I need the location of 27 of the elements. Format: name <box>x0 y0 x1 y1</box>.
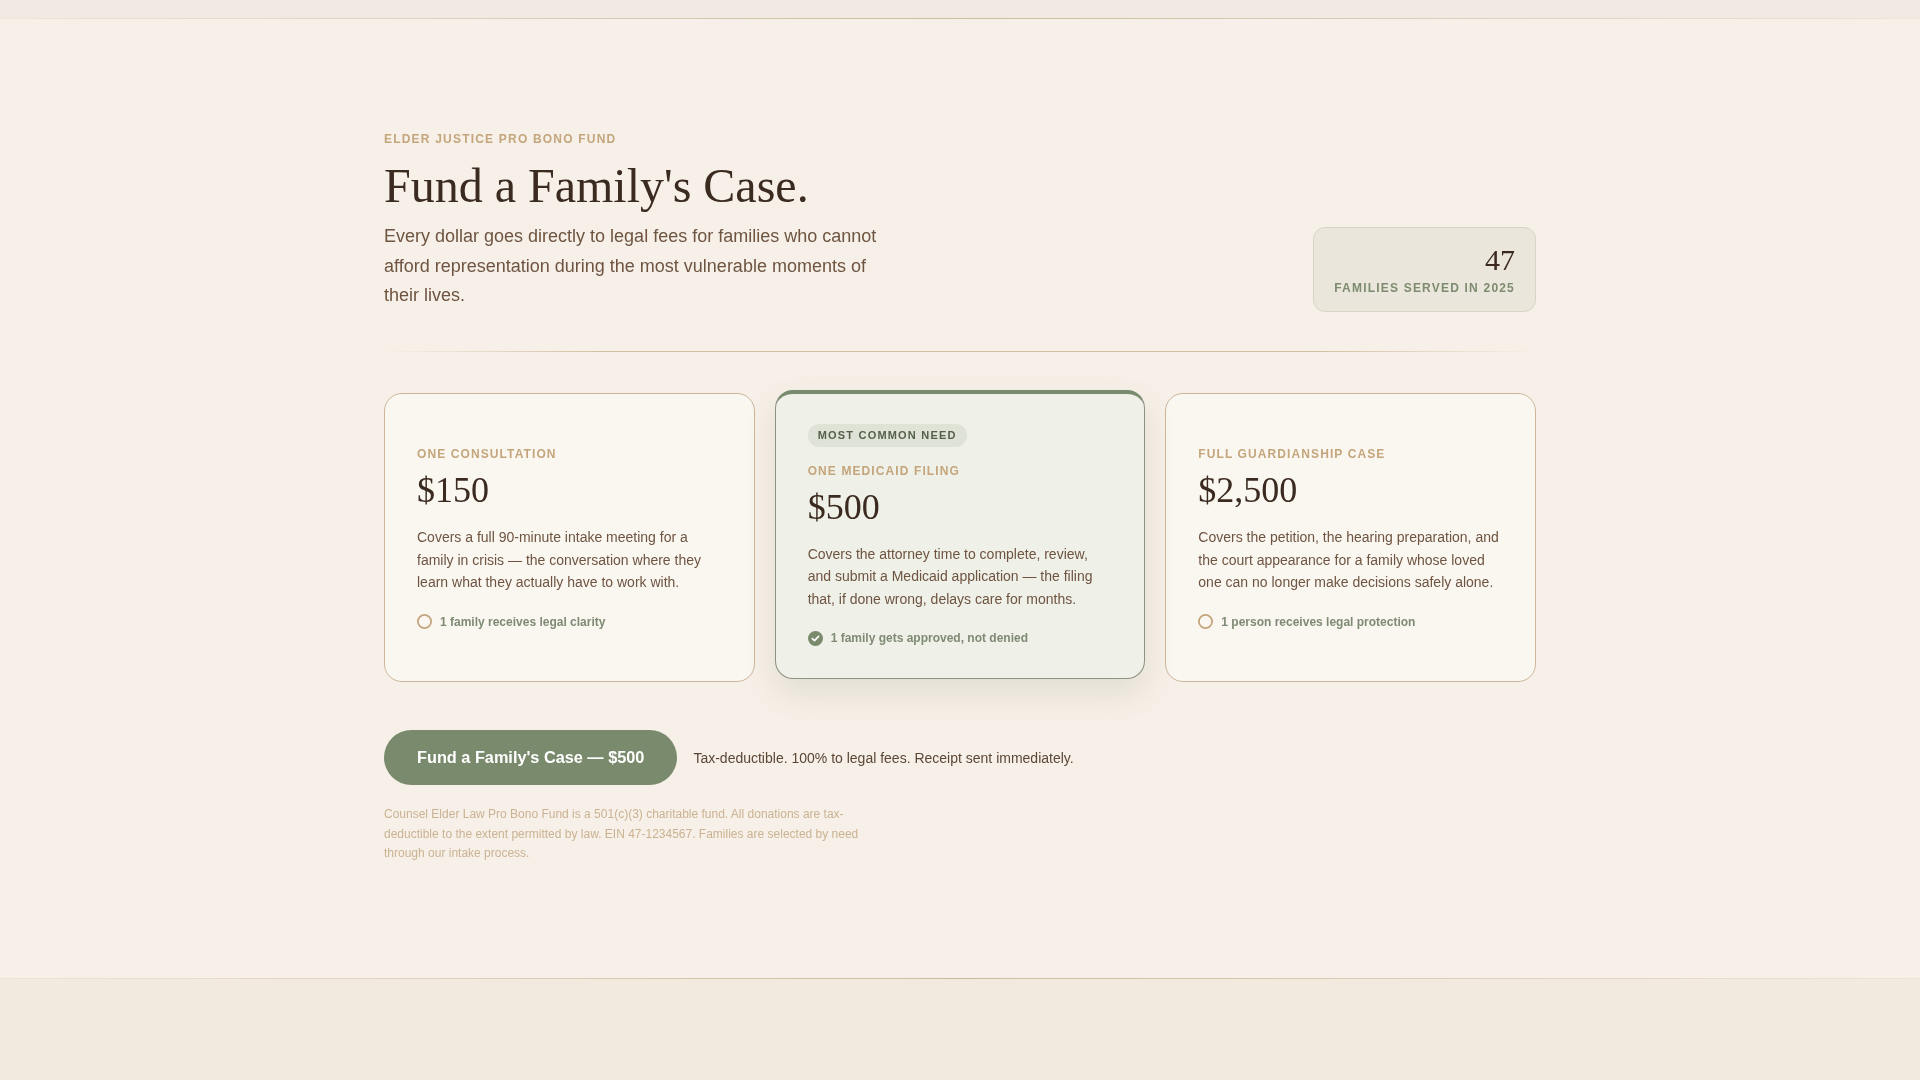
tier-card[interactable] <box>1165 392 1536 682</box>
tax-note: Tax-deductible. 100% to legal fees. Receipt sent immediately. <box>693 748 1074 767</box>
outcome-text: 1 person receives legal protection <box>1221 613 1416 630</box>
tier-card[interactable]: ONE CONSULTATION $150 Covers a full 90-minute intake meeting for a family in crisis — the conversation where they learn what they actually have to work with. 1 family receives legal clarity <box>384 392 755 682</box>
page-title: Fund a Family's Case. <box>384 159 810 212</box>
outcome-text: 1 family receives legal clarity <box>440 613 606 630</box>
donate-button[interactable]: Fund a Family's Case — $500 <box>384 730 678 785</box>
tier-label: FULL GUARDIANSHIP CASE <box>1198 446 1386 462</box>
featured-badge: MOST COMMON NEED <box>807 423 967 447</box>
tier-price: $2,500 <box>1198 470 1298 510</box>
circle-icon <box>417 614 432 629</box>
tier-price: $500 <box>807 486 880 527</box>
stat-value: 47 <box>1484 243 1515 276</box>
tier-description: Covers a full 90-minute intake meeting for a family in crisis — the conversation where they learn what they actually have to work with. <box>417 528 702 592</box>
eyebrow-text: ELDER JUSTICE PRO BONO FUND <box>384 131 618 147</box>
tier-price: $150 <box>417 470 489 510</box>
outcome-text: 1 family gets approved, not denied <box>830 630 1029 646</box>
tier-card[interactable] <box>774 389 1146 679</box>
tier-label: ONE MEDICAID FILING <box>807 462 960 479</box>
tier-description: Covers the petition, the hearing preparation, and the court appearance for a family whose loved one can no longer make decisions safely alone. <box>1198 528 1500 592</box>
stat-label: FAMILIES SERVED IN 2025 <box>1334 280 1515 295</box>
circle-icon <box>1198 614 1214 629</box>
tier-description: Covers the attorney time to complete, review, and submit a Medicaid application — the filing that, if done wrong, delays care for months. <box>807 544 1094 609</box>
check-circle-icon <box>807 630 823 646</box>
tier-label: ONE CONSULTATION <box>417 446 557 462</box>
disclaimer-text: Counsel Elder Law Pro Bono Fund is a 501(c)(3) charitable fund. All donations are tax-deductible to the extent permitted by law. EIN 47-1234567. Families are selected by need through our intake process. <box>384 806 860 862</box>
intro-text: Every dollar goes directly to legal fees for families who cannot afford representation during the most vulnerable moments of their lives. <box>384 225 878 307</box>
